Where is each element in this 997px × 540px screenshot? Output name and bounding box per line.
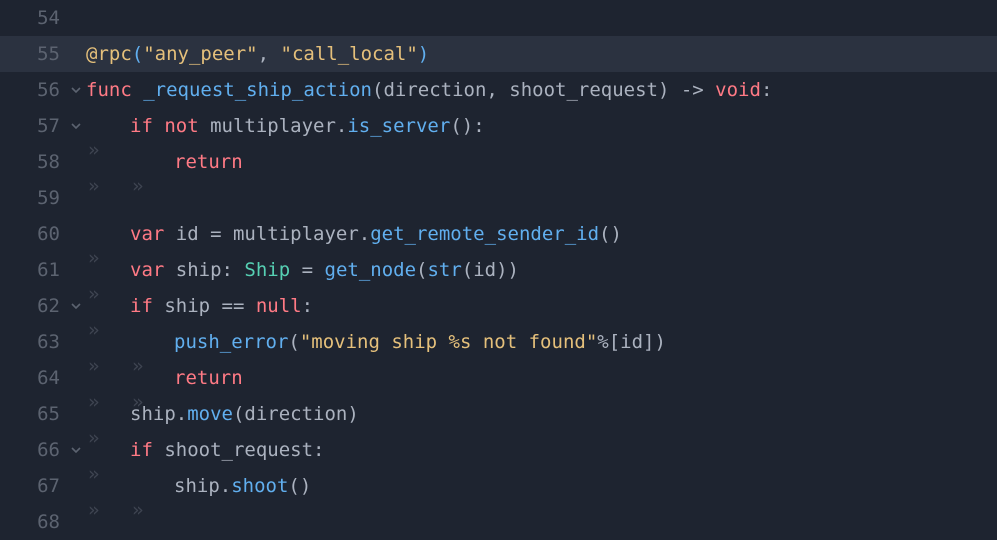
code-line[interactable]: 60 var id = multiplayer.get_remote_sender… — [0, 216, 997, 252]
code-token: move — [187, 403, 233, 425]
line-number[interactable]: 56 — [0, 72, 66, 108]
code-content[interactable]: func _request_ship_action(direction, sho… — [86, 72, 772, 108]
code-token: ( — [132, 43, 143, 65]
code-line[interactable]: 63 push_error("moving ship %s not found"%… — [0, 324, 997, 360]
code-content[interactable]: var id = multiplayer.get_remote_sender_i… — [86, 216, 622, 252]
line-number[interactable]: 61 — [0, 252, 66, 288]
code-token: ship == — [153, 295, 256, 317]
code-content[interactable]: @rpc("any_peer", "call_local") — [86, 36, 429, 72]
fold-toggle-icon[interactable] — [66, 120, 86, 132]
code-token: "moving ship %s not found" — [300, 331, 597, 353]
code-token: ship. — [174, 475, 231, 497]
code-token: %[id]) — [597, 331, 666, 353]
code-line[interactable]: 61 var ship: Ship = get_node(str(id)) — [0, 252, 997, 288]
code-token: ) — [418, 43, 429, 65]
code-token: if not — [130, 115, 199, 137]
code-token: get_remote_sender_id — [370, 223, 599, 245]
line-number[interactable]: 55 — [0, 36, 66, 72]
code-token: if — [130, 295, 153, 317]
code-token: , — [258, 43, 281, 65]
line-number[interactable]: 59 — [0, 180, 66, 216]
code-line[interactable]: 54 — [0, 0, 997, 36]
code-token: (direction) — [233, 403, 359, 425]
code-token: void — [715, 79, 761, 101]
code-token: ( — [288, 331, 299, 353]
code-line[interactable]: 55 @rpc("any_peer", "call_local") — [0, 36, 997, 72]
code-content[interactable]: if ship == null: — [86, 288, 313, 324]
code-editor[interactable]: 5455@rpc("any_peer", "call_local")56func… — [0, 0, 997, 540]
code-token: push_error — [174, 331, 288, 353]
code-token: is_server — [347, 115, 450, 137]
code-line[interactable]: 67 ship.shoot() — [0, 468, 997, 504]
code-line[interactable]: 57 if not multiplayer.is_server(): — [0, 108, 997, 144]
code-token: () — [288, 475, 311, 497]
code-line[interactable]: 68 — [0, 504, 997, 540]
code-token: shoot — [231, 475, 288, 497]
code-token: (id)) — [462, 259, 519, 281]
line-number[interactable]: 57 — [0, 108, 66, 144]
code-token: get_node — [325, 259, 417, 281]
code-token: ship: — [164, 259, 244, 281]
code-token: "call_local" — [281, 43, 418, 65]
code-content[interactable]: push_error("moving ship %s not found"%[i… — [86, 324, 666, 360]
code-token: return — [174, 151, 243, 173]
code-token: if — [130, 439, 153, 461]
code-token: str — [427, 259, 461, 281]
code-content[interactable]: var ship: Ship = get_node(str(id)) — [86, 252, 519, 288]
code-content[interactable]: if shoot_request: — [86, 432, 324, 468]
code-token: null — [256, 295, 302, 317]
code-token: "any_peer" — [143, 43, 257, 65]
code-line[interactable]: 58 return — [0, 144, 997, 180]
code-token: multiplayer. — [199, 115, 348, 137]
line-number[interactable]: 68 — [0, 504, 66, 540]
code-line[interactable]: 56 func _request_ship_action(direction, s… — [0, 72, 997, 108]
code-line[interactable]: 66 if shoot_request: — [0, 432, 997, 468]
code-token: return — [174, 367, 243, 389]
code-token: = — [290, 259, 324, 281]
code-content[interactable]: return — [86, 360, 243, 396]
code-content[interactable]: if not multiplayer.is_server(): — [86, 108, 485, 144]
line-number[interactable]: 67 — [0, 468, 66, 504]
code-line[interactable]: 65 ship.move(direction) — [0, 396, 997, 432]
code-token: id = multiplayer. — [164, 223, 370, 245]
code-content[interactable]: ship.move(direction) — [86, 396, 359, 432]
fold-toggle-icon[interactable] — [66, 444, 86, 456]
code-token: var — [130, 259, 164, 281]
code-token: func — [86, 79, 132, 101]
line-number[interactable]: 63 — [0, 324, 66, 360]
line-number[interactable]: 54 — [0, 0, 66, 36]
code-line[interactable]: 64 return — [0, 360, 997, 396]
code-token: @rpc — [86, 43, 132, 65]
code-token: var — [130, 223, 164, 245]
code-token: : — [302, 295, 313, 317]
code-content[interactable]: ship.shoot() — [86, 468, 311, 504]
code-token: shoot_request: — [153, 439, 325, 461]
code-token: Ship — [244, 259, 290, 281]
line-number[interactable]: 60 — [0, 216, 66, 252]
code-content[interactable]: return — [86, 144, 243, 180]
fold-toggle-icon[interactable] — [66, 84, 86, 96]
code-token: () — [599, 223, 622, 245]
line-number[interactable]: 65 — [0, 396, 66, 432]
code-token: (direction, shoot_request) -> — [372, 79, 715, 101]
line-number[interactable]: 66 — [0, 432, 66, 468]
code-line[interactable]: 62 if ship == null: — [0, 288, 997, 324]
line-number[interactable]: 58 — [0, 144, 66, 180]
code-token: : — [761, 79, 772, 101]
code-token: _request_ship_action — [143, 79, 372, 101]
code-token: (): — [450, 115, 484, 137]
line-number[interactable]: 62 — [0, 288, 66, 324]
line-number[interactable]: 64 — [0, 360, 66, 396]
code-token — [132, 79, 143, 101]
code-line[interactable]: 59 — [0, 180, 997, 216]
fold-toggle-icon[interactable] — [66, 300, 86, 312]
code-token: ( — [416, 259, 427, 281]
